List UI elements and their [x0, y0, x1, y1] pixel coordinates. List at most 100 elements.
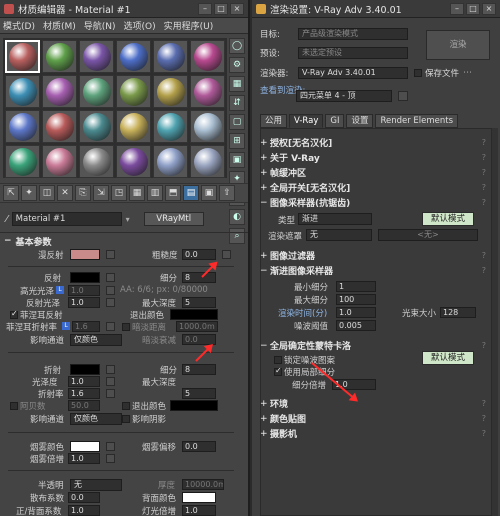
sample-slot[interactable] — [190, 145, 225, 178]
menu-material[interactable]: 材质(M) — [43, 19, 76, 32]
toolbar-icon[interactable]: ⎘ — [75, 185, 91, 201]
section-camera[interactable]: + 摄影机? — [260, 427, 486, 441]
use-local-subdivs-checkbox[interactable] — [274, 366, 282, 376]
exit-color-swatch[interactable] — [170, 309, 218, 320]
toolbar-icon[interactable]: ▥ — [147, 185, 163, 201]
lock-noise-checkbox[interactable] — [274, 356, 282, 364]
sample-slot[interactable] — [190, 40, 225, 73]
fog-color-swatch[interactable] — [70, 441, 100, 452]
lock-icon[interactable]: L — [62, 322, 70, 330]
tab-vray[interactable]: V-Ray — [289, 114, 324, 128]
basic-params-rollout[interactable]: − 基本参数 — [4, 234, 52, 248]
section-environment[interactable]: + 环境? — [260, 397, 486, 411]
reflect-map-button[interactable] — [106, 273, 115, 282]
toolbar-icon[interactable]: ◳ — [111, 185, 127, 201]
sample-slot[interactable] — [42, 40, 77, 73]
menu-options[interactable]: 选项(O) — [124, 19, 156, 32]
panel-scrollbar[interactable] — [492, 128, 498, 516]
side-tool-icon[interactable]: ▦ — [229, 76, 245, 92]
toolbar-icon[interactable]: ⇲ — [93, 185, 109, 201]
abbe-input[interactable]: 50.0 — [68, 400, 100, 411]
toolbar-icon[interactable]: ▦ — [129, 185, 145, 201]
sample-slot[interactable] — [79, 75, 114, 108]
refl-subdivs-input[interactable]: 8 — [182, 272, 216, 283]
side-tool-icon[interactable]: ▢ — [229, 114, 245, 130]
sample-slot[interactable] — [5, 40, 40, 73]
fog-mult-map-button[interactable] — [106, 454, 115, 463]
maximize-button[interactable]: □ — [214, 2, 228, 15]
sample-slot[interactable] — [79, 40, 114, 73]
hilight-gloss-input[interactable]: 1.0 — [68, 285, 100, 296]
more-icon[interactable]: ⋯ — [463, 68, 472, 78]
abbe-checkbox[interactable] — [10, 402, 18, 410]
ior-map-button[interactable] — [106, 389, 115, 398]
bundle-size-input[interactable]: 128 — [440, 307, 476, 318]
fresnel-ior-map-button[interactable] — [106, 322, 115, 331]
section-license[interactable]: + 授权[无名汉化]? — [260, 136, 486, 150]
tab-gi[interactable]: GI — [325, 114, 345, 128]
default-mode-button[interactable]: 默认模式 — [422, 212, 474, 226]
menu-utilities[interactable]: 实用程序(U) — [164, 19, 214, 32]
scatter-coeff-input[interactable]: 0.0 — [68, 492, 100, 503]
chevron-down-icon[interactable]: ▾ — [126, 215, 130, 224]
diffuse-map-button[interactable] — [106, 250, 115, 259]
sampler-type-select[interactable]: 渐进 — [298, 213, 372, 225]
material-name-field[interactable]: Material #1 — [11, 212, 122, 226]
refract-swatch[interactable] — [70, 364, 100, 375]
fog-bias-input[interactable]: 0.0 — [182, 441, 216, 452]
maximize-button[interactable]: □ — [466, 2, 480, 15]
toolbar-icon[interactable]: ✦ — [21, 185, 37, 201]
back-color-swatch[interactable] — [182, 492, 216, 503]
render-time-input[interactable]: 1.0 — [336, 307, 376, 318]
max-subdivs-input[interactable]: 100 — [336, 294, 376, 305]
affect-shadows-checkbox[interactable] — [122, 415, 130, 423]
section-global-switches[interactable]: + 全局开关[无名汉化]? — [260, 181, 486, 195]
refl-gloss-map-button[interactable] — [106, 298, 115, 307]
section-framebuffer[interactable]: + 帧缓冲区? — [260, 166, 486, 180]
side-tool-icon[interactable]: ⊞ — [229, 133, 245, 149]
roughness-map-button[interactable] — [222, 250, 231, 259]
toolbar-icon[interactable]: ▣ — [201, 185, 217, 201]
refr-gloss-input[interactable]: 1.0 — [68, 376, 100, 387]
sample-slot[interactable] — [5, 75, 40, 108]
tab-render-elements[interactable]: Render Elements — [375, 114, 459, 128]
refl-max-depth-input[interactable]: 5 — [182, 297, 216, 308]
minimize-button[interactable]: – — [198, 2, 212, 15]
sample-slot[interactable] — [190, 75, 225, 108]
fresnel-checkbox[interactable] — [10, 309, 18, 319]
tab-common[interactable]: 公用 — [260, 114, 288, 128]
reflect-swatch[interactable] — [70, 272, 100, 283]
target-select[interactable]: 产品级渲染模式 — [298, 28, 408, 40]
roughness-input[interactable]: 0.0 — [182, 249, 216, 260]
view-select[interactable]: 四元菜单 4 - 顶 — [296, 90, 392, 102]
render-setup-titlebar[interactable]: 渲染设置: V-Ray Adv 3.40.01 – □ × — [252, 0, 500, 18]
sample-slot[interactable] — [5, 110, 40, 143]
sample-slot[interactable] — [79, 110, 114, 143]
dim-distance-input[interactable]: 1000.0m — [176, 321, 218, 332]
toolbar-icon[interactable]: ⇧ — [219, 185, 235, 201]
render-mask-select[interactable]: 无 — [306, 229, 372, 241]
noise-threshold-input[interactable]: 0.005 — [336, 320, 376, 331]
renderer-select[interactable]: V-Ray Adv 3.40.01 — [298, 67, 408, 79]
sample-slot[interactable] — [153, 75, 188, 108]
thickness-input[interactable]: 10000.0m — [182, 479, 224, 490]
sample-slot[interactable] — [153, 145, 188, 178]
sample-slot[interactable] — [42, 110, 77, 143]
refl-gloss-input[interactable]: 1.0 — [68, 297, 100, 308]
sample-slot[interactable] — [116, 75, 151, 108]
lock-icon[interactable]: L — [56, 286, 64, 294]
section-image-sampler[interactable]: − 图像采样器(抗锯齿)? — [260, 196, 486, 210]
menu-navigation[interactable]: 导航(N) — [84, 19, 116, 32]
sample-slot[interactable] — [42, 145, 77, 178]
section-about[interactable]: + 关于 V-Ray? — [260, 151, 486, 165]
diffuse-swatch[interactable] — [70, 249, 100, 260]
save-file-checkbox[interactable] — [414, 69, 422, 77]
side-tool-icon[interactable]: ⚙ — [229, 57, 245, 73]
dmc-default-mode-button[interactable]: 默认模式 — [422, 351, 474, 365]
toolbar-icon[interactable]: ◫ — [39, 185, 55, 201]
refr-gloss-map-button[interactable] — [106, 377, 115, 386]
eyedropper-icon[interactable]: ⁄ — [6, 214, 8, 225]
refr-max-depth-input[interactable]: 5 — [182, 388, 216, 399]
sample-slot[interactable] — [116, 110, 151, 143]
sample-slot[interactable] — [153, 110, 188, 143]
